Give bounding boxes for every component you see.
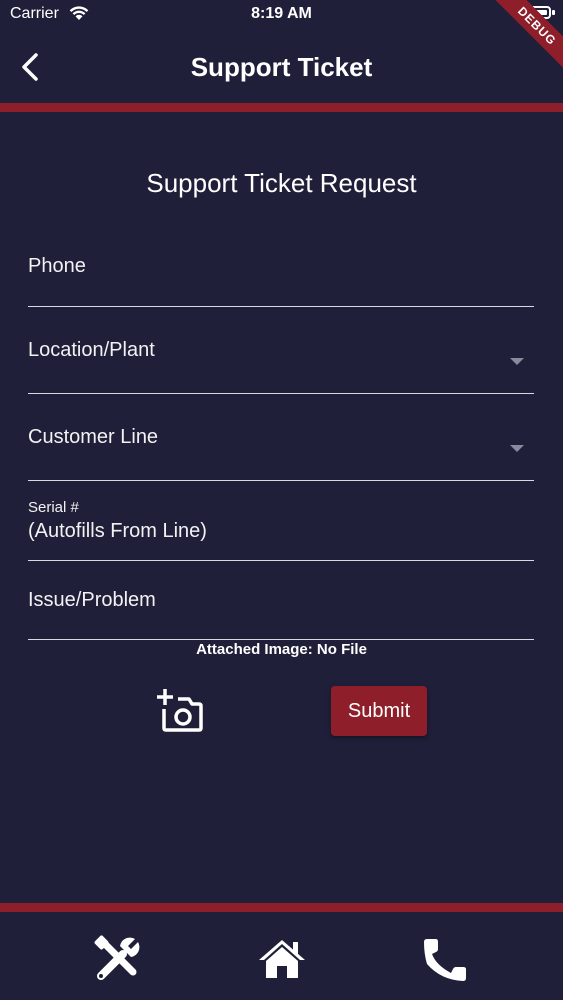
header-divider — [0, 103, 563, 112]
clock: 8:19 AM — [251, 5, 312, 22]
app-bar: Support Ticket — [0, 30, 563, 102]
tools-icon[interactable] — [93, 934, 143, 984]
page-title: Support Ticket — [190, 52, 373, 82]
phone-label: Phone — [28, 255, 86, 277]
attached-image-status: Attached Image: No File — [196, 641, 367, 658]
add-photo-icon[interactable] — [155, 688, 203, 732]
location-dropdown[interactable]: Location/Plant — [28, 328, 534, 394]
serial-value: (Autofills From Line) — [28, 520, 207, 542]
chevron-down-icon — [510, 358, 524, 365]
serial-field[interactable]: Serial # (Autofills From Line) — [28, 494, 534, 561]
customer-line-label: Customer Line — [28, 426, 159, 448]
bottom-nav — [0, 912, 563, 1000]
battery-tip — [552, 10, 555, 15]
customer-line-dropdown[interactable]: Customer Line — [28, 415, 534, 481]
serial-label: Serial # — [28, 499, 79, 516]
status-bar: Carrier 8:19 AM — [0, 0, 563, 30]
chevron-down-icon — [510, 445, 524, 452]
home-icon[interactable] — [257, 934, 307, 984]
issue-field[interactable]: Issue/Problem — [28, 578, 534, 640]
submit-button[interactable]: Submit — [331, 686, 427, 736]
phone-icon[interactable] — [421, 934, 471, 984]
location-label: Location/Plant — [28, 339, 155, 361]
form-title: Support Ticket Request — [146, 168, 417, 198]
footer-divider — [0, 903, 563, 912]
phone-field[interactable]: Phone — [28, 244, 534, 307]
issue-label: Issue/Problem — [28, 589, 156, 611]
